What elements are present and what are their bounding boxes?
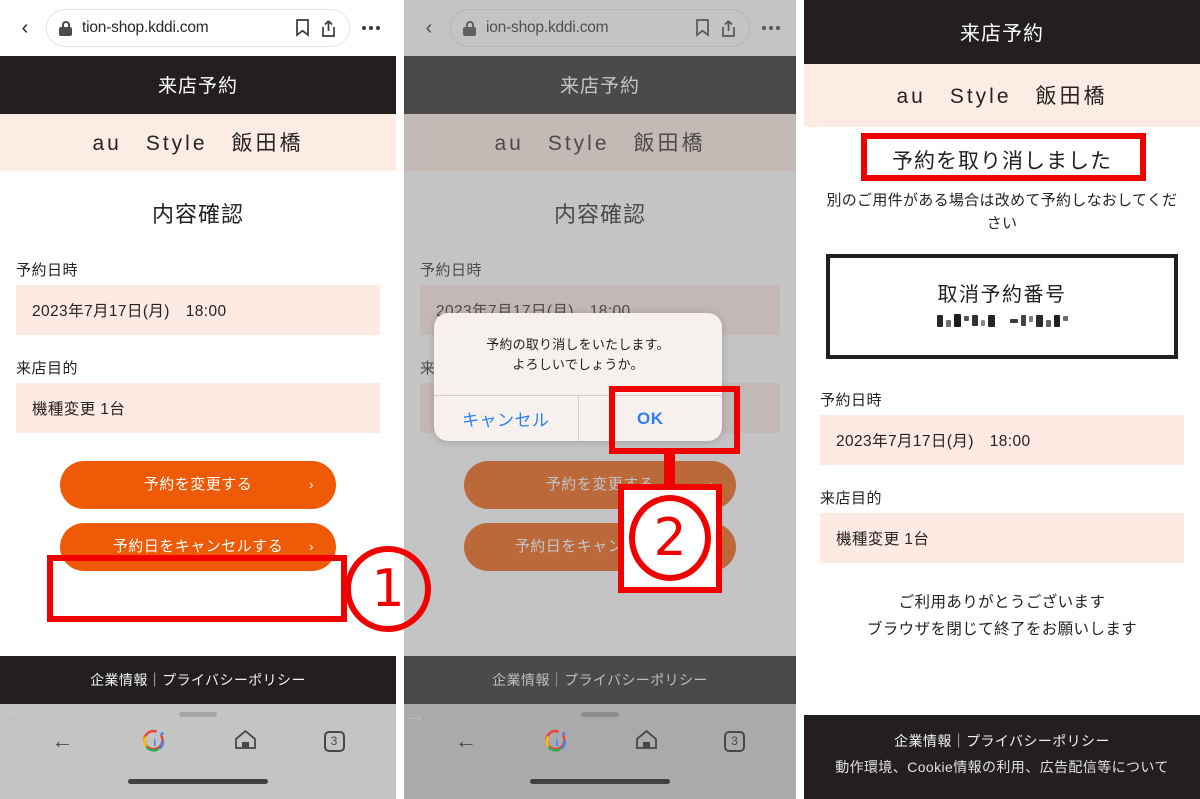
tab-count-button[interactable]: 3 — [323, 730, 345, 752]
field-value-datetime: 2023年7月17日(月) 18:00 — [16, 285, 380, 335]
dialog-cancel-button[interactable]: キャンセル — [434, 396, 578, 441]
dialog-ok-button[interactable]: OK — [579, 396, 723, 441]
nav-home-icon[interactable] — [234, 729, 257, 754]
thanks-line-1: ご利用ありがとうございます — [898, 593, 1106, 611]
store-name-band: au Style 飯田橋 — [804, 64, 1200, 127]
change-reservation-button[interactable]: 予約を変更する › — [60, 461, 336, 509]
chevron-right-icon: › — [309, 477, 314, 492]
cancel-confirm-dialog: 予約の取り消しをいたします。 よろしいでしょうか。 キャンセル OK — [434, 313, 723, 442]
footer-secondary-links[interactable]: 動作環境、Cookie情報の利用、広告配信等について — [804, 757, 1200, 777]
tab-count-button[interactable]: 3 — [724, 730, 745, 752]
cancel-notice-text: 別のご用件がある場合は改めて予約しなおしてください — [826, 192, 1178, 233]
share-icon[interactable] — [320, 19, 337, 38]
browser-bottom-nav: ← → i 3 — [0, 704, 396, 799]
cancelled-reservation-number-redacted — [830, 313, 1174, 329]
field-label-datetime: 予約日時 — [16, 262, 79, 279]
google-assistant-icon[interactable]: i — [141, 728, 167, 754]
bookmark-icon[interactable] — [295, 19, 310, 37]
address-bar[interactable]: ion-shop.kddi.com — [450, 9, 750, 47]
phone-screen-step-2: ‹ ion-shop.kddi.com 来店予約 au Style 飯田橋 内容… — [404, 0, 796, 799]
browser-menu-icon[interactable] — [754, 26, 788, 30]
cancel-reservation-label: 予約日をキャンセルする — [112, 538, 284, 555]
change-reservation-label: 予約を変更する — [143, 476, 253, 493]
phone-screen-step-1: ‹ tion-shop.kddi.com 来店予約 au Style 飯田橋 内… — [0, 0, 396, 799]
panel-gap-2 — [796, 0, 804, 799]
screenshot-stage: ‹ tion-shop.kddi.com 来店予約 au Style 飯田橋 内… — [0, 0, 1200, 799]
action-buttons: 予約を変更する › 予約日をキャンセルする › — [404, 433, 796, 571]
store-name-band: au Style 飯田橋 — [404, 114, 796, 171]
cancel-reservation-button[interactable]: 予約日をキャンセルする › — [60, 523, 336, 571]
field-value-purpose: 機種変更 1台 — [16, 383, 380, 433]
field-label-datetime: 予約日時 — [820, 391, 883, 409]
field-value-datetime: 2023年7月17日(月) 18:00 — [820, 414, 1184, 465]
site-header-title: 来店予約 — [0, 56, 396, 114]
reservation-details: 予約日時 2023年7月17日(月) 18:00 来店目的 機種変更 1台 — [804, 359, 1200, 563]
nav-home-icon[interactable] — [635, 729, 658, 754]
dialog-buttons: キャンセル OK — [434, 395, 723, 442]
field-purpose: 来店目的 機種変更 1台 — [16, 357, 380, 433]
field-label-purpose: 来店目的 — [820, 489, 883, 507]
nav-back-icon[interactable]: ← — [52, 730, 74, 752]
reservation-details: 予約日時 2023年7月17日(月) 18:00 来店目的 機種変更 1台 — [0, 259, 396, 433]
store-name-band: au Style 飯田橋 — [0, 114, 396, 171]
field-label-purpose: 来店目的 — [16, 360, 79, 377]
field-datetime: 予約日時 2023年7月17日(月) 18:00 — [16, 259, 380, 335]
nav-back-icon[interactable]: ← — [455, 730, 477, 752]
url-text: tion-shop.kddi.com — [82, 19, 209, 36]
site-header-title: 来店予約 — [804, 0, 1200, 64]
annotation-step-1-number: 1 — [371, 559, 405, 619]
page-title: 内容確認 — [553, 202, 646, 227]
gesture-bar — [128, 779, 268, 784]
cancelled-reservation-number-box: 取消予約番号 — [826, 253, 1178, 359]
thanks-message: ご利用ありがとうございます ブラウザを閉じて終了をお願いします — [804, 563, 1200, 643]
share-icon[interactable] — [720, 19, 737, 38]
gesture-bar — [530, 779, 670, 784]
browser-back-icon[interactable]: ‹ — [412, 11, 446, 45]
lock-icon — [463, 20, 476, 36]
action-buttons: 予約を変更する › 予約日をキャンセルする › — [0, 433, 396, 571]
field-datetime: 予約日時 2023年7月17日(月) 18:00 — [820, 389, 1184, 465]
page-title: 内容確認 — [151, 202, 244, 227]
footer-links[interactable]: 企業情報｜プライバシーポリシー — [804, 731, 1200, 751]
annotation-step-2-number: 2 — [653, 508, 687, 568]
site-footer: 企業情報｜プライバシーポリシー — [0, 656, 396, 704]
phone-screen-step-3: 来店予約 au Style 飯田橋 予約を取り消しました 別のご用件がある場合は… — [804, 0, 1200, 799]
svg-text:i: i — [153, 737, 156, 749]
browser-chrome: ‹ tion-shop.kddi.com — [0, 0, 396, 56]
field-value-purpose: 機種変更 1台 — [820, 512, 1184, 563]
browser-back-icon[interactable]: ‹ — [8, 11, 42, 45]
dialog-message-line-2: よろしいでしょうか。 — [512, 357, 644, 373]
chevron-right-icon: › — [309, 539, 314, 554]
panel-gap-1 — [396, 0, 404, 799]
lock-icon — [59, 20, 72, 36]
field-purpose: 来店目的 機種変更 1台 — [820, 487, 1184, 563]
address-bar[interactable]: tion-shop.kddi.com — [46, 9, 350, 47]
site-footer: 企業情報｜プライバシーポリシー 動作環境、Cookie情報の利用、広告配信等につ… — [804, 715, 1200, 799]
google-assistant-icon[interactable]: i — [543, 728, 569, 754]
bookmark-icon[interactable] — [695, 19, 710, 37]
browser-menu-icon[interactable] — [354, 26, 388, 30]
site-footer: 企業情報｜プライバシーポリシー — [404, 656, 796, 704]
footer-links[interactable]: 企業情報｜プライバシーポリシー — [404, 670, 796, 690]
dialog-message: 予約の取り消しをいたします。 よろしいでしょうか。 — [434, 313, 722, 395]
browser-bottom-nav: ← → i 3 — [404, 704, 796, 799]
cancel-result-title: 予約を取り消しました — [892, 150, 1112, 173]
footer-links[interactable]: 企業情報｜プライバシーポリシー — [0, 670, 396, 690]
url-text: ion-shop.kddi.com — [486, 19, 609, 36]
cancelled-reservation-number-label: 取消予約番号 — [937, 283, 1067, 306]
browser-chrome: ‹ ion-shop.kddi.com — [404, 0, 796, 56]
site-header-title: 来店予約 — [404, 56, 796, 114]
svg-text:i: i — [555, 737, 558, 749]
field-label-datetime: 予約日時 — [420, 262, 483, 279]
thanks-line-2: ブラウザを閉じて終了をお願いします — [866, 620, 1138, 638]
dialog-message-line-1: 予約の取り消しをいたします。 — [486, 337, 670, 352]
